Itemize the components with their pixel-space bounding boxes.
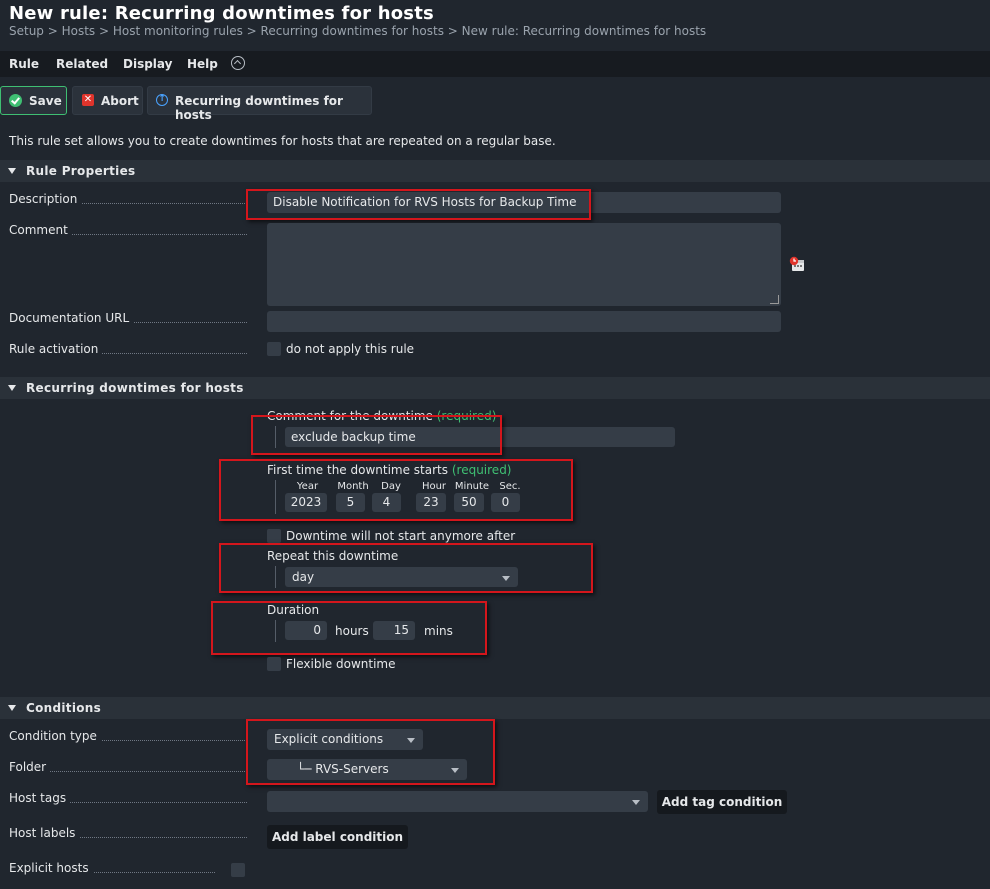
menu-display[interactable]: Display — [123, 57, 172, 71]
do-not-apply-checkbox[interactable] — [267, 342, 281, 356]
indent-bar — [275, 620, 276, 642]
minute-input[interactable]: 50 — [454, 493, 484, 512]
close-icon: ✕ — [82, 94, 94, 106]
sec-input[interactable]: 0 — [491, 493, 520, 512]
arrow-up-circle-icon: ↑ — [156, 94, 168, 106]
chevron-down-icon — [407, 738, 415, 743]
indent-bar — [275, 566, 276, 588]
downtime-comment-label: Comment for the downtime (required) — [267, 409, 497, 423]
mins-unit: mins — [424, 624, 453, 638]
condition-type-value: Explicit conditions — [274, 732, 384, 746]
day-input[interactable]: 4 — [372, 493, 401, 512]
collapse-triangle-icon — [8, 385, 16, 391]
sec-label: Sec. — [499, 481, 521, 492]
day-label: Day — [381, 481, 401, 492]
chevron-up-icon[interactable] — [231, 56, 245, 70]
flexible-downtime-label: Flexible downtime — [286, 657, 396, 671]
do-not-apply-label: do not apply this rule — [286, 342, 415, 356]
chevron-down-icon — [451, 768, 459, 773]
rule-activation-label: Rule activation — [9, 342, 247, 356]
ruleset-button[interactable]: ↑ Recurring downtimes for hosts — [147, 86, 372, 122]
flexible-downtime-checkbox[interactable] — [267, 657, 281, 671]
month-label: Month — [337, 481, 369, 492]
comment-textarea[interactable] — [267, 223, 781, 306]
collapse-triangle-icon — [8, 705, 16, 711]
year-label: Year — [296, 481, 319, 492]
comment-label: Comment — [9, 223, 247, 237]
condition-type-label: Condition type — [9, 729, 247, 743]
section-title: Recurring downtimes for hosts — [26, 381, 244, 395]
host-tags-select[interactable] — [267, 791, 648, 812]
host-labels-label: Host labels — [9, 826, 247, 840]
host-tags-label: Host tags — [9, 791, 247, 805]
menu-rule[interactable]: Rule — [9, 57, 39, 71]
add-label-condition-button[interactable]: Add label condition — [267, 825, 408, 849]
abort-button-label: Abort — [101, 94, 139, 108]
section-conditions[interactable]: Conditions — [0, 697, 990, 719]
breadcrumb: Setup > Hosts > Host monitoring rules > … — [9, 24, 707, 38]
repeat-label: Repeat this downtime — [267, 549, 399, 563]
repeat-select[interactable]: day — [285, 567, 518, 587]
folder-value: └─ RVS-Servers — [297, 762, 389, 776]
repeat-select-value: day — [292, 570, 315, 584]
section-title: Rule Properties — [26, 164, 136, 178]
folder-label: Folder — [9, 760, 247, 774]
folder-select[interactable]: └─ RVS-Servers — [267, 759, 467, 780]
section-rule-properties[interactable]: Rule Properties — [0, 160, 990, 182]
menu-help[interactable]: Help — [187, 57, 218, 71]
duration-label: Duration — [267, 603, 320, 617]
description-input[interactable]: Disable Notification for RVS Hosts for B… — [267, 192, 781, 213]
explicit-hosts-label: Explicit hosts — [9, 861, 215, 875]
collapse-triangle-icon — [8, 168, 16, 174]
documentation-url-input[interactable] — [267, 311, 781, 332]
ruleset-button-label: Recurring downtimes for hosts — [175, 94, 343, 122]
add-tag-condition-button[interactable]: Add tag condition — [657, 790, 787, 814]
duration-mins-input[interactable]: 15 — [373, 621, 415, 640]
page-title: New rule: Recurring downtimes for hosts — [9, 3, 434, 24]
not-start-after-label: Downtime will not start anymore after — [286, 529, 516, 543]
not-start-after-checkbox[interactable] — [267, 529, 281, 543]
menu-related[interactable]: Related — [56, 57, 108, 71]
downtime-comment-input[interactable]: exclude backup time — [285, 427, 675, 447]
hour-input[interactable]: 23 — [416, 493, 446, 512]
abort-button[interactable]: ✕ Abort — [72, 86, 143, 115]
month-input[interactable]: 5 — [336, 493, 365, 512]
year-input[interactable]: 2023 — [285, 493, 327, 512]
indent-bar — [275, 480, 276, 514]
description-label: Description — [9, 192, 247, 206]
condition-type-select[interactable]: Explicit conditions — [267, 729, 423, 750]
section-title: Conditions — [26, 701, 102, 715]
first-time-label: First time the downtime starts (required… — [267, 463, 512, 477]
ruleset-description: This rule set allows you to create downt… — [9, 134, 556, 148]
chevron-down-icon — [502, 576, 510, 581]
indent-bar — [275, 426, 276, 448]
hour-label: Hour — [421, 481, 447, 492]
chevron-down-icon — [632, 800, 640, 805]
minute-label: Minute — [454, 481, 490, 492]
section-recurring-downtimes[interactable]: Recurring downtimes for hosts — [0, 377, 990, 399]
save-button[interactable]: Save — [0, 86, 67, 115]
save-button-label: Save — [29, 94, 62, 108]
duration-hours-input[interactable]: 0 — [285, 621, 327, 640]
explicit-hosts-checkbox[interactable] — [231, 863, 245, 877]
documentation-url-label: Documentation URL — [9, 311, 247, 325]
check-circle-icon — [9, 94, 22, 107]
menu-bar: Rule Related Display Help — [0, 51, 990, 77]
hours-unit: hours — [335, 624, 369, 638]
calendar-clock-icon[interactable] — [789, 256, 805, 272]
resize-handle-icon[interactable] — [770, 295, 779, 304]
